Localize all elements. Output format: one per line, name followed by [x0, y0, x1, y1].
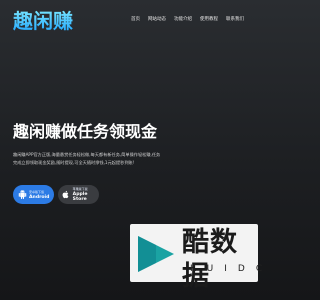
watermark-text-en: KUIDC [190, 264, 274, 274]
android-download-button[interactable]: 安卓版下载 Android [13, 185, 54, 204]
nav-item-news[interactable]: 网站动态 [148, 16, 166, 22]
android-icon [17, 190, 27, 200]
nav-item-features[interactable]: 功能介绍 [174, 16, 192, 22]
android-download-label: Android [29, 194, 50, 200]
watermark-text-cn: 酷数据 [182, 227, 238, 292]
top-nav: 首页 网站动态 功能介绍 使用教程 联系我们 [131, 16, 244, 22]
site-logo[interactable]: 趣闲赚 [13, 9, 73, 33]
apple-download-label: Apple Store [72, 192, 88, 202]
play-icon [138, 236, 174, 272]
nav-item-contact[interactable]: 联系我们 [226, 16, 244, 22]
nav-item-tutorial[interactable]: 使用教程 [200, 16, 218, 22]
hero-description: 趣闲赚APP官方正版,海量悬赏任务轻松做,每天都有新任务,简单操作轻松赚,任务完… [13, 152, 161, 165]
hero-title: 趣闲赚做任务领现金 [13, 122, 158, 141]
watermark-logo: 酷数据 KUIDC [130, 224, 262, 292]
apple-download-button[interactable]: 苹果版下载 Apple Store [58, 185, 99, 204]
apple-icon [62, 190, 71, 200]
nav-item-home[interactable]: 首页 [131, 16, 140, 22]
